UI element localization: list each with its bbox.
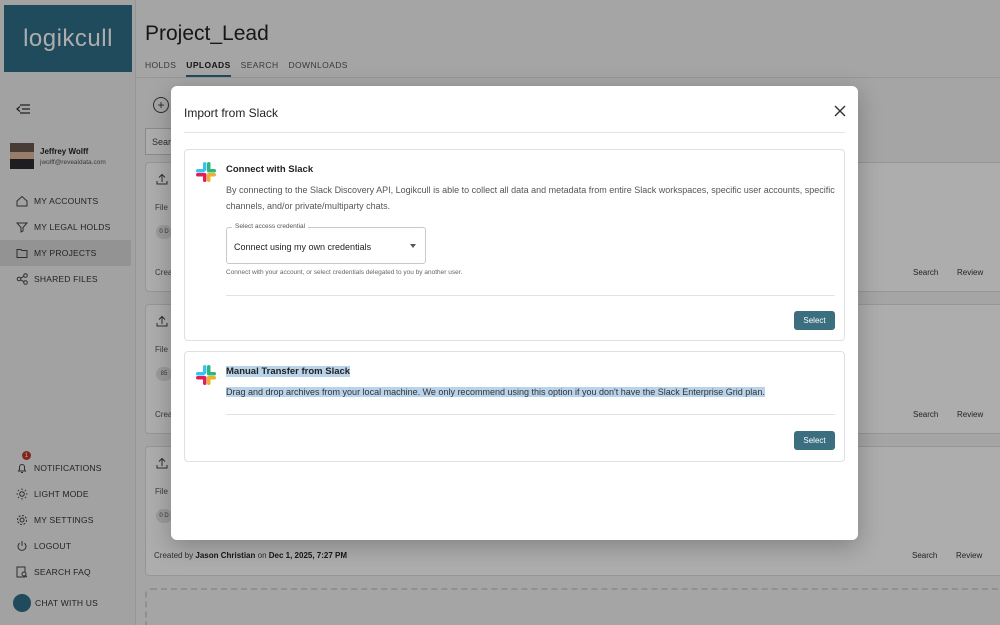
- section-divider: [226, 295, 835, 296]
- section-divider: [226, 414, 835, 415]
- import-slack-modal: Import from Slack Connect with Slack By …: [171, 86, 858, 540]
- section-title: Manual Transfer from Slack: [226, 366, 351, 377]
- close-icon[interactable]: [833, 104, 847, 118]
- section-description: Drag and drop archives from your local m…: [226, 387, 765, 397]
- select-label: Select access credential: [232, 223, 309, 230]
- slack-logo-icon: [196, 162, 216, 182]
- select-help-text: Connect with your account, or select cre…: [226, 269, 463, 276]
- chevron-down-icon: [410, 244, 416, 248]
- slack-logo-icon: [196, 365, 216, 385]
- modal-title: Import from Slack: [184, 106, 279, 120]
- select-button[interactable]: Select: [794, 311, 835, 330]
- manual-transfer-section: Manual Transfer from Slack Drag and drop…: [184, 351, 845, 462]
- select-value: Connect using my own credentials: [234, 242, 372, 252]
- access-credential-select[interactable]: Select access credential Connect using m…: [226, 223, 426, 264]
- connect-slack-section: Connect with Slack By connecting to the …: [184, 149, 845, 341]
- section-title: Connect with Slack: [226, 164, 314, 175]
- select-button[interactable]: Select: [794, 431, 835, 450]
- section-description: By connecting to the Slack Discovery API…: [226, 185, 835, 211]
- modal-divider: [184, 132, 845, 133]
